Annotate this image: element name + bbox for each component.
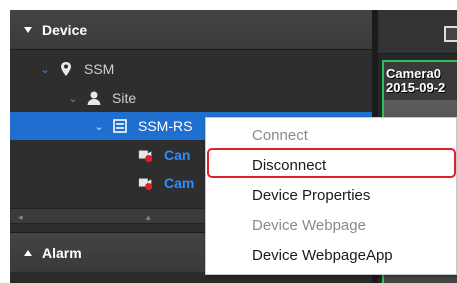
device-panel-header[interactable]: Device [10, 10, 372, 50]
tree-node-label: Can [164, 147, 191, 163]
server-icon [112, 118, 128, 134]
camera-error-icon [138, 175, 154, 191]
scroll-left-icon[interactable]: ◂ [18, 212, 23, 223]
expand-triangle-icon[interactable] [24, 249, 32, 256]
camera-error-icon [138, 147, 154, 163]
menu-item-connect: Connect [252, 126, 308, 144]
layout-button-icon[interactable] [444, 26, 457, 42]
tree-node-camera-1[interactable]: Can [138, 142, 190, 168]
scroll-thumb-icon[interactable]: ▴ [146, 212, 151, 223]
video-toolbar [378, 10, 457, 54]
tree-node-label: Site [112, 90, 137, 106]
tree-node-ssm[interactable]: ⌄ SSM [40, 56, 114, 82]
camera-name: Camera0 [386, 66, 441, 81]
chevron-down-icon[interactable]: ⌄ [68, 92, 78, 105]
menu-item-device-webpage: Device Webpage [252, 216, 366, 234]
menu-item-device-properties[interactable]: Device Properties [206, 180, 456, 210]
chevron-down-icon[interactable]: ⌄ [94, 120, 104, 133]
user-icon [86, 90, 102, 106]
chevron-down-icon[interactable]: ⌄ [40, 63, 50, 76]
tree-node-camera-2[interactable]: Cam [138, 170, 194, 196]
camera-timestamp: 2015-09-2 [386, 80, 446, 95]
tree-node-label: Cam [164, 175, 195, 191]
menu-item-device-webpageapp[interactable]: Device WebpageApp [206, 240, 456, 270]
context-menu: Connect Disconnect Device Properties Dev… [205, 117, 457, 275]
tree-node-site[interactable]: ⌄ Site [68, 85, 136, 111]
tree-node-label: SSM [84, 61, 115, 77]
highlight-annotation [207, 148, 456, 178]
tree-node-label: SSM-RS [138, 118, 193, 134]
device-header-label: Device [42, 21, 88, 38]
location-pin-icon [58, 61, 74, 77]
alarm-header-label: Alarm [42, 244, 82, 261]
collapse-triangle-icon[interactable] [24, 26, 32, 33]
